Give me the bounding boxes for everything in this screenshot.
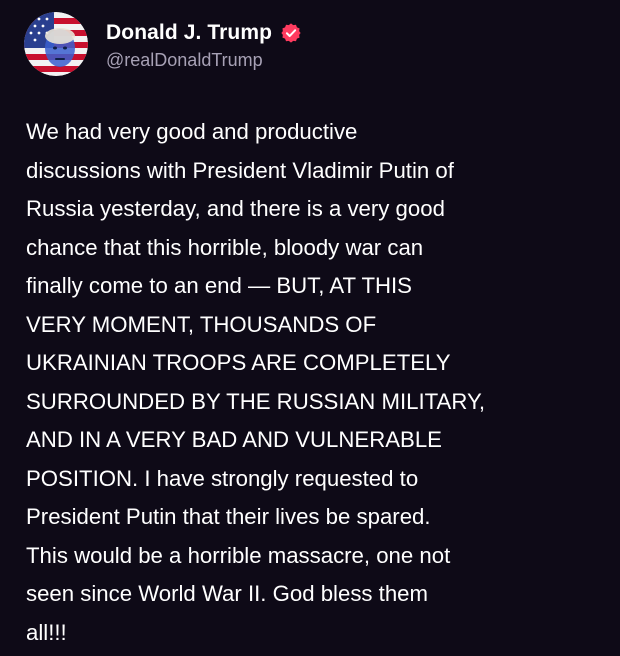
- post-header: Donald J. Trump @realDonaldTrump: [24, 12, 302, 76]
- post-body-line: SURROUNDED BY THE RUSSIAN MILITARY,: [26, 388, 486, 414]
- post-body-line: UKRAINIAN TROOPS ARE COMPLETELY: [26, 350, 451, 375]
- post-body-line: VERY MOMENT, THOUSANDS OF: [26, 311, 377, 337]
- post-body-line: This would be a horrible massacre, one n…: [26, 542, 451, 568]
- author-handle[interactable]: @realDonaldTrump: [106, 50, 302, 71]
- post-body-line: We had very good and productive: [26, 119, 358, 144]
- name-row: Donald J. Trump: [106, 18, 302, 48]
- post-body-line: chance that this horrible, bloody war ca…: [26, 234, 424, 260]
- post-card: Donald J. Trump @realDonaldTrump We had …: [0, 0, 620, 656]
- post-body-line: President Putin that their lives be spar…: [26, 504, 431, 529]
- avatar[interactable]: [24, 12, 88, 76]
- display-name[interactable]: Donald J. Trump: [106, 21, 272, 45]
- post-body-line: finally come to an end — BUT, AT THIS: [26, 273, 412, 298]
- post-body-line: discussions with President Vladimir Puti…: [26, 157, 454, 183]
- user-avatar-icon: [24, 12, 88, 76]
- author-names: Donald J. Trump @realDonaldTrump: [106, 18, 302, 71]
- post-body-line: all!!!: [26, 619, 67, 645]
- post-body-line: POSITION. I have strongly requested to: [26, 465, 419, 491]
- post-body-line: Russia yesterday, and there is a very go…: [26, 196, 445, 221]
- post-body-line: seen since World War II. God bless them: [26, 581, 428, 606]
- verified-badge-icon: [280, 22, 302, 44]
- post-body-line: AND IN A VERY BAD AND VULNERABLE: [26, 427, 442, 452]
- post-body: We had very good and productive discussi…: [26, 113, 601, 652]
